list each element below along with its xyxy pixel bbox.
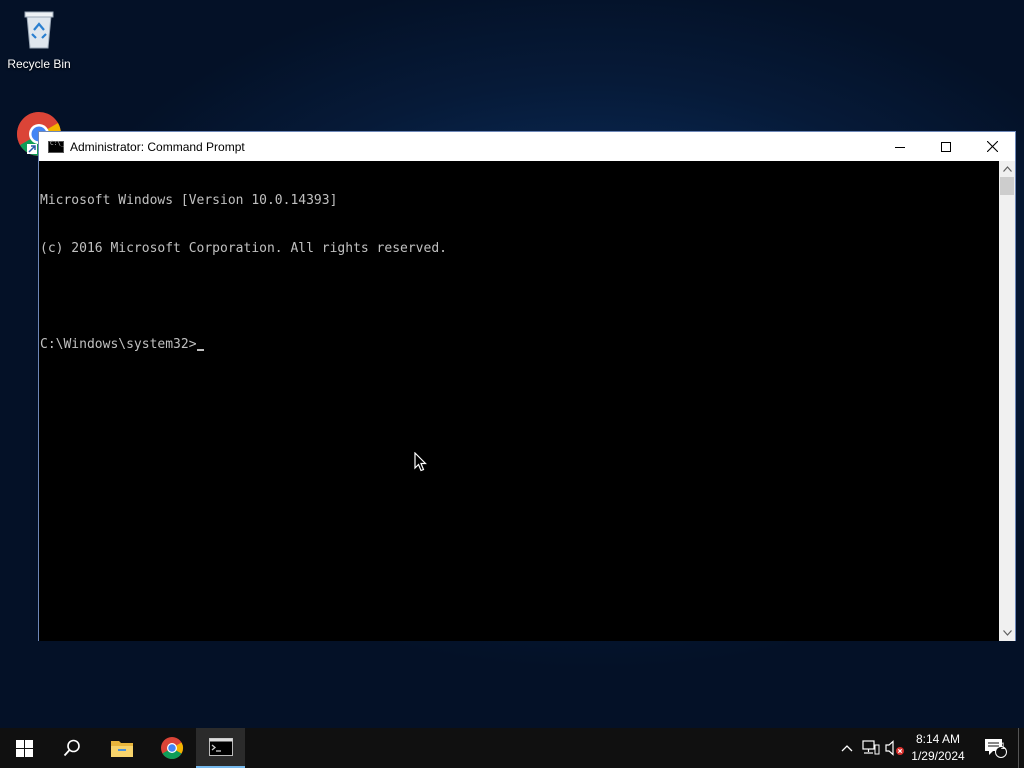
chevron-up-icon (1002, 166, 1012, 172)
console-line: (c) 2016 Microsoft Corporation. All righ… (40, 241, 447, 256)
volume-tray-button[interactable] (884, 728, 906, 768)
recycle-bin-label: Recycle Bin (7, 57, 71, 71)
command-prompt-window[interactable]: Administrator: Command Prompt Microsoft … (38, 131, 1016, 641)
scroll-up-button[interactable] (999, 161, 1015, 177)
close-icon (986, 141, 998, 152)
notification-count-badge: 1 (1000, 741, 1006, 751)
scroll-thumb[interactable] (1000, 177, 1014, 195)
close-button[interactable] (969, 132, 1015, 161)
clock-button[interactable]: 8:14 AM 1/29/2024 (904, 728, 972, 768)
search-button[interactable] (48, 728, 96, 768)
taskbar: 8:14 AM 1/29/2024 1 (0, 728, 1024, 768)
window-titlebar[interactable]: Administrator: Command Prompt (39, 132, 1015, 161)
chevron-up-icon (841, 745, 853, 752)
chevron-down-icon (1002, 630, 1012, 636)
show-hidden-icons-button[interactable] (838, 728, 856, 768)
clock-time: 8:14 AM (915, 732, 960, 746)
console-output[interactable]: Microsoft Windows [Version 10.0.14393] (… (39, 161, 1000, 641)
console-line: Microsoft Windows [Version 10.0.14393] (40, 193, 338, 208)
chrome-icon (161, 737, 183, 759)
command-prompt-icon (208, 738, 233, 756)
text-cursor (196, 349, 204, 351)
vertical-scrollbar[interactable] (999, 161, 1015, 641)
command-prompt-icon (48, 140, 64, 153)
volume-muted-icon (885, 740, 904, 756)
minimize-button[interactable] (877, 132, 923, 161)
command-prompt-taskbar-button[interactable] (196, 728, 245, 768)
scroll-down-button[interactable] (999, 625, 1015, 641)
network-icon (862, 740, 880, 755)
network-tray-button[interactable] (860, 728, 882, 768)
console-prompt: C:\Windows\system32> (40, 337, 197, 352)
file-explorer-button[interactable] (98, 728, 146, 768)
action-center-button[interactable]: 1 (976, 728, 1014, 768)
minimize-icon (895, 146, 905, 148)
desktop-icon-recycle-bin[interactable]: Recycle Bin (2, 6, 76, 72)
maximize-button[interactable] (923, 132, 969, 161)
console-prompt-line: C:\Windows\system32> (39, 337, 1000, 353)
chrome-taskbar-button[interactable] (148, 728, 196, 768)
window-title: Administrator: Command Prompt (70, 139, 245, 154)
search-icon (63, 739, 80, 757)
show-desktop-divider[interactable] (1018, 728, 1019, 768)
start-button[interactable] (0, 728, 48, 768)
mouse-pointer-icon (414, 452, 427, 472)
clock-date: 1/29/2024 (911, 749, 965, 763)
file-explorer-icon (111, 741, 133, 757)
maximize-icon (941, 141, 951, 152)
recycle-bin-icon (17, 11, 61, 55)
windows-logo-icon (15, 739, 33, 757)
